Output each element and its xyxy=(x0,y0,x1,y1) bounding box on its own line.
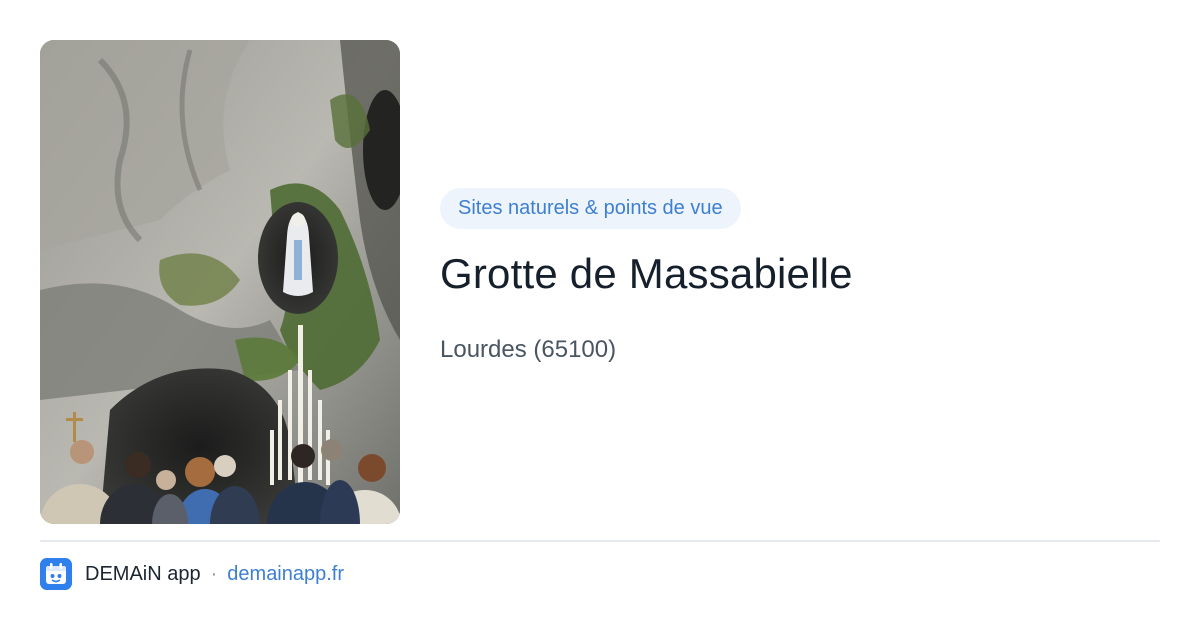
footer: DEMAiN app · demainapp.fr xyxy=(40,558,344,590)
app-name: DEMAiN app xyxy=(85,562,201,585)
footer-divider xyxy=(40,540,1160,542)
place-photo xyxy=(40,40,400,524)
place-info: Sites naturels & points de vue Grotte de… xyxy=(440,188,1160,365)
place-title: Grotte de Massabielle xyxy=(440,250,853,297)
site-domain-link[interactable]: demainapp.fr xyxy=(227,563,344,586)
place-location: Lourdes (65100) xyxy=(440,336,617,363)
footer-separator: · xyxy=(210,562,218,585)
share-card: Sites naturels & points de vue Grotte de… xyxy=(0,0,1200,630)
demain-app-logo-icon xyxy=(40,558,72,590)
category-badge[interactable]: Sites naturels & points de vue xyxy=(440,188,741,229)
